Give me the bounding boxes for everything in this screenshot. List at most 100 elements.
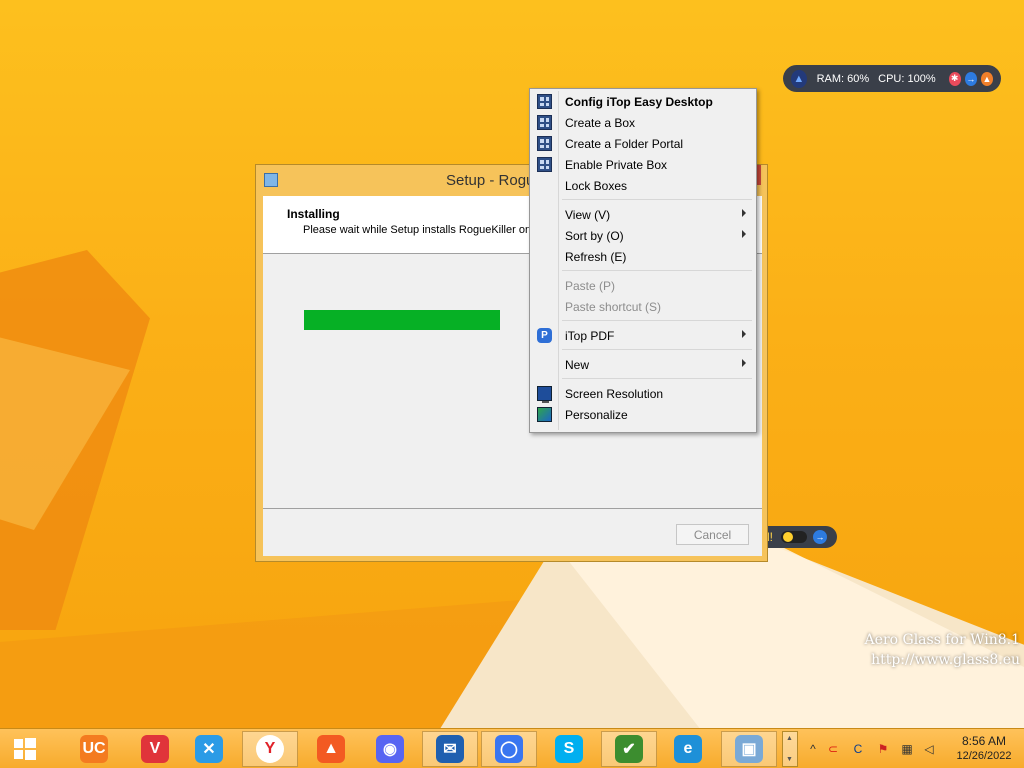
thunderbird-icon: ✉ — [436, 735, 464, 763]
taskbar-app-button[interactable]: Y — [242, 731, 298, 767]
personalize-icon — [537, 407, 552, 422]
itop-box-icon — [537, 115, 552, 130]
itop-box-icon — [537, 136, 552, 151]
itop-box-icon — [537, 157, 552, 172]
cpu-usage: CPU: 100% — [878, 72, 936, 85]
menu-item-label: Create a Folder Portal — [565, 136, 684, 151]
ram-usage: RAM: 60% — [816, 72, 870, 85]
internet-explorer-icon: e — [674, 735, 702, 763]
watermark-line: Aero Glass for Win8.1 — [864, 632, 1020, 648]
tray-app-icon[interactable]: ⊂ — [826, 742, 840, 756]
divider — [263, 508, 762, 509]
taskbar-app-button[interactable]: ◉ — [362, 731, 418, 767]
desktop[interactable]: ▲ RAM: 60% CPU: 100% ✱ → ▲ d! → Setup - … — [0, 0, 1024, 728]
windows-logo-icon — [25, 750, 36, 760]
window-title: Setup - Rogu — [446, 172, 535, 189]
menu-item-label: Personalize — [565, 407, 628, 422]
wallpaper-shape — [0, 600, 520, 728]
itop-pdf-icon: P — [537, 328, 552, 343]
menu-separator — [532, 346, 754, 354]
system-monitor-gadget[interactable]: ▲ RAM: 60% CPU: 100% ✱ → ▲ — [783, 65, 1001, 92]
arrow-right-icon[interactable]: → — [813, 530, 828, 544]
menu-item-view[interactable]: View (V) — [532, 204, 754, 225]
taskbar-app-button[interactable]: ▣ — [721, 731, 777, 767]
vivaldi-icon: V — [141, 735, 169, 763]
taskbar-app-button[interactable]: ✉ — [422, 731, 478, 767]
system-clock[interactable]: 8:56 AM 12/26/2022 — [945, 734, 1023, 764]
menu-item-lock-boxes[interactable]: Lock Boxes — [532, 175, 754, 196]
maxthon-icon: ✕ — [195, 735, 223, 763]
taskbar-app-button[interactable]: V — [127, 731, 183, 767]
gear-icon[interactable]: ✱ — [948, 71, 961, 86]
menu-item-screen-resolution[interactable]: Screen Resolution — [532, 383, 754, 404]
ccleaner-icon[interactable]: C — [851, 742, 865, 756]
arrow-right-icon[interactable]: → — [964, 71, 977, 86]
menu-item-label: Screen Resolution — [565, 386, 664, 401]
flag-icon[interactable]: ⚑ — [876, 742, 890, 756]
discord-icon: ◉ — [376, 735, 404, 763]
start-button[interactable] — [8, 737, 40, 763]
setup-app-icon — [264, 173, 278, 187]
menu-item-label: Config iTop Easy Desktop — [565, 94, 713, 109]
menu-item-create-folder-portal[interactable]: Create a Folder Portal — [532, 133, 754, 154]
alert-icon[interactable]: ▲ — [980, 71, 994, 86]
menu-separator — [532, 317, 754, 325]
menu-item-create-a-box[interactable]: Create a Box — [532, 112, 754, 133]
network-icon[interactable]: ▦ — [900, 742, 914, 756]
menu-item-sort-by[interactable]: Sort by (O) — [532, 225, 754, 246]
taskbar-app-button[interactable]: ✕ — [181, 731, 237, 767]
rocket-icon[interactable]: ▲ — [791, 69, 807, 88]
menu-item-label: Lock Boxes — [565, 178, 628, 193]
uc-browser-icon: UC — [80, 735, 108, 763]
clock-date: 12/26/2022 — [956, 750, 1012, 762]
yandex-browser-icon: Y — [256, 735, 284, 763]
menu-item-paste-shortcut: Paste shortcut (S) — [532, 296, 754, 317]
windows-logo-icon — [14, 750, 23, 759]
menu-item-new[interactable]: New — [532, 354, 754, 375]
monitor-icon — [537, 386, 552, 403]
taskbar-app-button[interactable]: e — [660, 731, 716, 767]
chevron-right-icon — [742, 359, 746, 367]
chevron-right-icon — [742, 230, 746, 238]
cancel-button[interactable]: Cancel — [676, 524, 749, 545]
taskbar-app-button[interactable]: UC — [66, 731, 122, 767]
taskbar-app-button[interactable]: ▲ — [303, 731, 359, 767]
install-progress-bar — [304, 310, 500, 330]
taskbar-app-button[interactable]: S — [541, 731, 597, 767]
security-check-icon: ✔ — [615, 735, 643, 763]
clock-time: 8:56 AM — [961, 734, 1007, 748]
tray-scroll-button[interactable] — [782, 731, 798, 767]
skype-icon: S — [555, 735, 583, 763]
installer-icon: ▣ — [735, 735, 763, 763]
signal-icon: ◯ — [495, 735, 523, 763]
toggle-switch[interactable] — [781, 531, 808, 543]
taskbar-app-button[interactable]: ✔ — [601, 731, 657, 767]
aero-glass-watermark: Aero Glass for Win8.1 http://www.glass8.… — [860, 630, 1020, 670]
menu-item-label: New — [565, 357, 590, 372]
volume-icon[interactable]: ◁ — [922, 742, 936, 756]
menu-item-label: iTop PDF — [565, 328, 615, 343]
menu-item-enable-private-box[interactable]: Enable Private Box — [532, 154, 754, 175]
menu-separator — [532, 196, 754, 204]
menu-item-personalize[interactable]: Personalize — [532, 404, 754, 425]
taskbar-app-button[interactable]: ◯ — [481, 731, 537, 767]
menu-item-label: Sort by (O) — [565, 228, 624, 243]
menu-item-refresh[interactable]: Refresh (E) — [532, 246, 754, 267]
menu-item-label: Enable Private Box — [565, 157, 668, 172]
windows-logo-icon — [14, 739, 23, 748]
menu-item-label: Paste shortcut (S) — [565, 299, 662, 314]
chevron-right-icon — [742, 209, 746, 217]
menu-item-itop-pdf[interactable]: P iTop PDF — [532, 325, 754, 346]
watermark-line: http://www.glass8.eu — [871, 652, 1020, 668]
chevron-up-icon[interactable]: ^ — [806, 742, 820, 756]
menu-separator — [532, 267, 754, 275]
menu-item-config-itop-easy-desktop[interactable]: Config iTop Easy Desktop — [532, 91, 754, 112]
menu-item-label: Create a Box — [565, 115, 636, 130]
menu-separator — [532, 375, 754, 383]
brave-icon: ▲ — [317, 735, 345, 763]
desktop-context-menu: Config iTop Easy Desktop Create a Box Cr… — [529, 88, 757, 433]
menu-item-paste: Paste (P) — [532, 275, 754, 296]
windows-logo-icon — [25, 738, 36, 748]
menu-item-label: View (V) — [565, 207, 611, 222]
taskbar: UC V ✕ Y ▲ ◉ ✉ ◯ S ✔ e ▣ ^ ⊂ C ⚑ ▦ ◁ 8:56 AM 12/26/… — [0, 728, 1024, 768]
